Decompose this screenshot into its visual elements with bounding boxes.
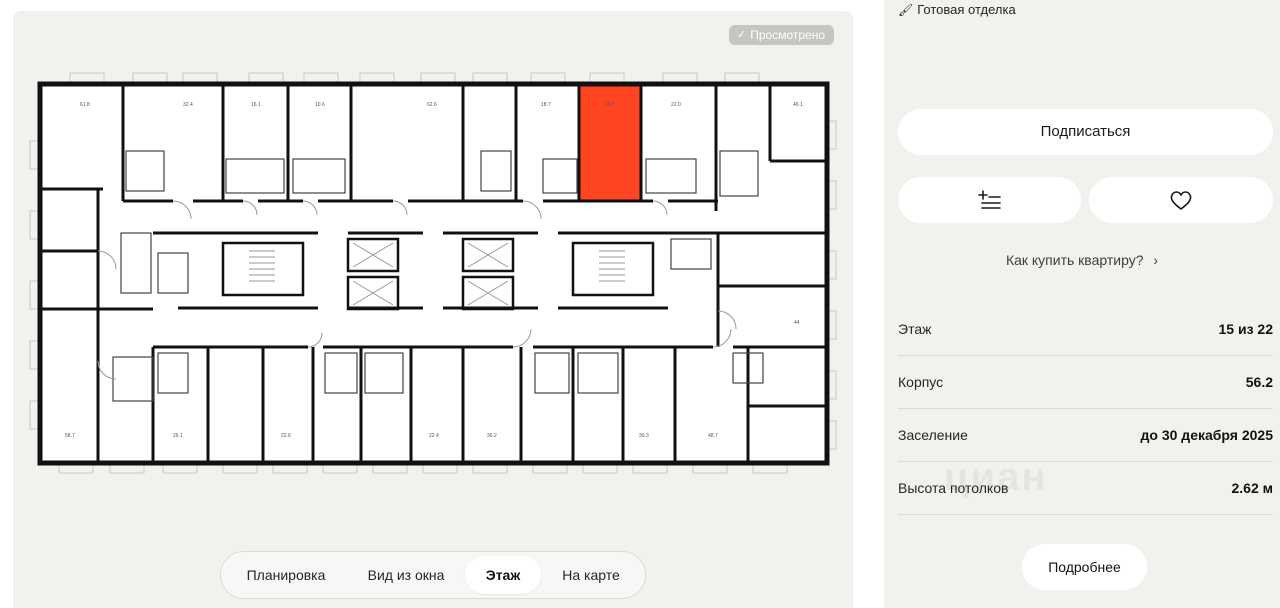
heart-icon [1170, 191, 1192, 210]
param-row-building: Корпус 56.2 [898, 356, 1273, 409]
finish-info: 🖌 Готовая отделка [898, 2, 1016, 17]
chevron-right-icon: › [1153, 252, 1159, 268]
param-row-floor: Этаж 15 из 22 [898, 303, 1273, 356]
area-label-top-5: 18.7 [541, 102, 551, 108]
params-list: Этаж 15 из 22 Корпус 56.2 Заселение до 3… [898, 303, 1273, 515]
param-value: до 30 декабря 2025 [1140, 427, 1273, 443]
param-row-move-in: Заселение до 30 декабря 2025 [898, 409, 1273, 462]
viewed-badge: ✓ Просмотрено [729, 25, 834, 45]
area-label-top-0: 61.8 [80, 102, 90, 108]
how-to-buy-label: Как купить квартиру? [1005, 252, 1144, 268]
paint-roller-icon: 🖌 [898, 2, 914, 17]
add-to-compare-icon [977, 190, 1001, 209]
more-details-button[interactable]: Подробнее [1022, 544, 1147, 590]
tab-layout[interactable]: Планировка [225, 556, 347, 594]
subscribe-button[interactable]: Подписаться [898, 109, 1273, 155]
floor-plan: 61.8 32.4 16.1 10.6 62.6 18.7 10.7 22.0 … [29, 72, 837, 474]
area-label-top-7: 22.0 [671, 102, 681, 108]
area-label-bottom-0: 58.7 [65, 433, 75, 439]
param-label: Заселение [898, 427, 968, 443]
param-label: Этаж [898, 321, 932, 337]
area-label-bottom-6: 48.7 [708, 433, 718, 439]
check-icon: ✓ [737, 29, 747, 41]
how-to-buy-link[interactable]: Как купить квартиру? › [884, 252, 1280, 268]
area-label-top-4: 62.6 [427, 102, 437, 108]
area-label-top-8: 46.1 [793, 102, 803, 108]
area-label-bottom-1: 26.1 [173, 433, 183, 439]
tab-floor[interactable]: Этаж [465, 556, 541, 594]
offer-sidebar: 🖌 Готовая отделка Подписаться Как купить… [884, 0, 1280, 608]
param-label: Высота потолков [898, 480, 1009, 496]
view-tabs: Планировка Вид из окна Этаж На карте [220, 551, 646, 599]
param-value: 15 из 22 [1218, 321, 1274, 337]
area-label-top-6: 10.7 [605, 102, 615, 108]
area-label-bottom-2: 22.6 [281, 433, 291, 439]
area-label-bottom-4: 36.2 [487, 433, 497, 439]
finish-label: Готовая отделка [917, 2, 1016, 17]
tab-map[interactable]: На карте [541, 556, 641, 594]
area-label-right: 44 [794, 320, 800, 326]
param-label: Корпус [898, 374, 944, 390]
area-label-bottom-3: 22.4 [429, 433, 439, 439]
compare-button[interactable] [898, 177, 1081, 223]
area-label-top-2: 16.1 [251, 102, 261, 108]
floor-plan-panel: 61.8 32.4 16.1 10.6 62.6 18.7 10.7 22.0 … [13, 11, 853, 608]
tab-window-view[interactable]: Вид из окна [347, 556, 465, 594]
favorite-button[interactable] [1089, 177, 1273, 223]
param-row-ceiling: Высота потолков 2.62 м [898, 462, 1273, 515]
param-value: 56.2 [1245, 374, 1273, 390]
area-label-top-3: 10.6 [315, 102, 325, 108]
viewed-badge-label: Просмотрено [750, 28, 825, 42]
area-label-top-1: 32.4 [183, 102, 193, 108]
param-value: 2.62 м [1231, 480, 1274, 496]
area-label-bottom-5: 30.3 [639, 433, 649, 439]
